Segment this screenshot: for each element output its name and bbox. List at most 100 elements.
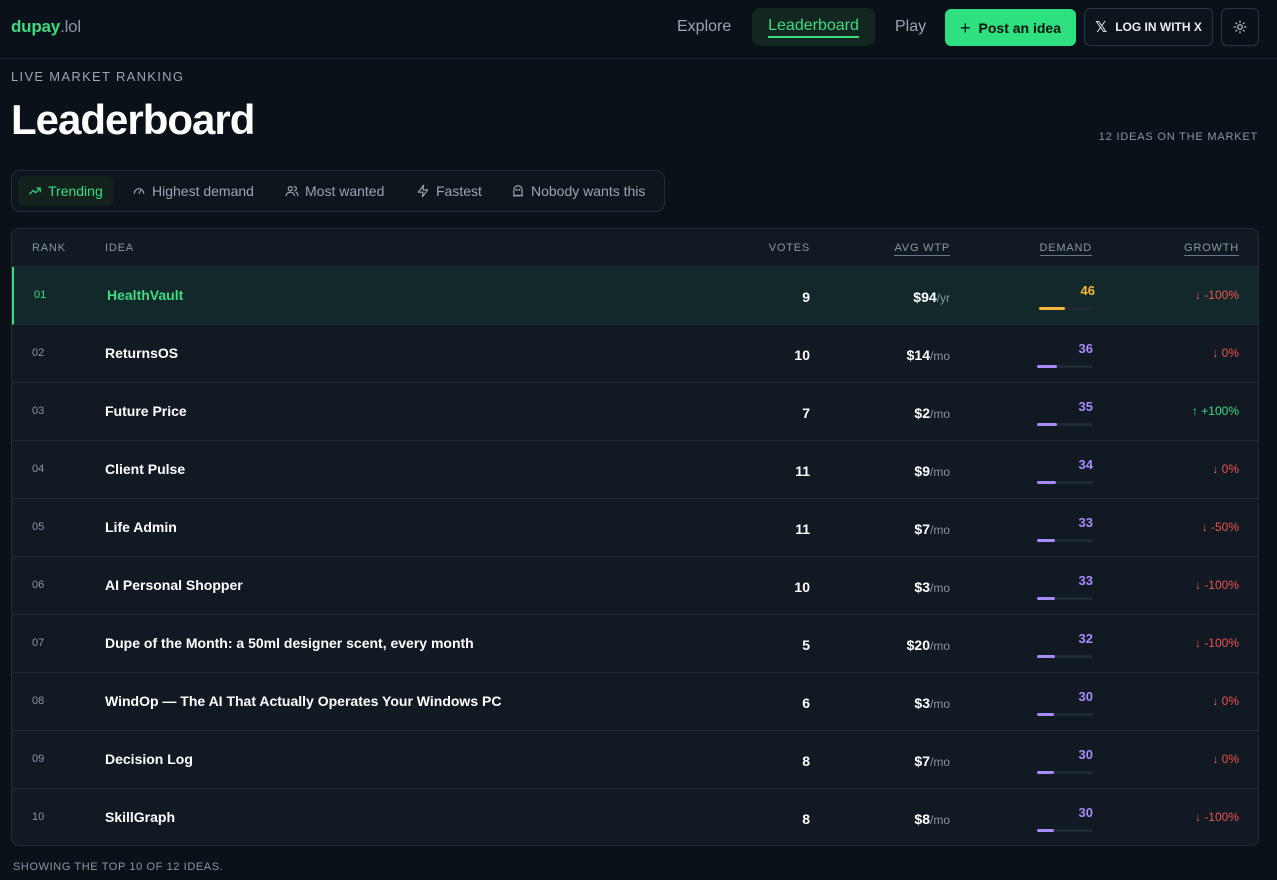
idea-title[interactable]: Dupe of the Month: a 50ml designer scent… (105, 635, 474, 651)
growth-value: 0% (1221, 752, 1239, 766)
wtp-period: /mo (929, 755, 950, 769)
growth-cell: ↓ -100% (1195, 288, 1239, 302)
rank-cell: 07 (32, 637, 45, 649)
table-row[interactable]: 10 SkillGraph 8 $8/mo 30 ↓ -100% (12, 789, 1258, 845)
tab-trending[interactable]: Trending (18, 176, 113, 206)
wtp-amount: $7 (914, 521, 930, 537)
idea-title[interactable]: Decision Log (105, 751, 193, 767)
demand-bar-track (1037, 655, 1093, 658)
growth-cell: ↓ -100% (1195, 810, 1239, 824)
rank-cell: 08 (32, 695, 45, 707)
demand-cell: 46 (1039, 283, 1095, 313)
tab-highest-demand-label: Highest demand (152, 183, 254, 199)
demand-bar-fill (1037, 539, 1056, 542)
idea-title[interactable]: AI Personal Shopper (105, 577, 243, 593)
demand-cell: 30 (1037, 689, 1093, 719)
growth-value: -100% (1204, 636, 1239, 650)
demand-bar-fill (1037, 481, 1057, 484)
arrow-down-icon: ↓ (1212, 346, 1219, 360)
demand-cell: 30 (1037, 805, 1093, 835)
table-row[interactable]: 04 Client Pulse 11 $9/mo 34 ↓ 0% (12, 441, 1258, 499)
table-row[interactable]: 09 Decision Log 8 $7/mo 30 ↓ 0% (12, 731, 1258, 789)
rank-cell: 06 (32, 579, 45, 591)
demand-bar-track (1037, 423, 1093, 426)
rank-cell: 02 (32, 347, 45, 359)
rank-cell: 09 (32, 753, 45, 765)
idea-title[interactable]: SkillGraph (105, 809, 175, 825)
demand-bar-track (1037, 829, 1093, 832)
wtp-amount: $20 (906, 637, 930, 653)
col-growth[interactable]: GROWTH (1184, 242, 1239, 256)
wtp-amount: $14 (906, 347, 930, 363)
wtp-period: /mo (929, 349, 950, 363)
growth-value: 0% (1221, 694, 1239, 708)
demand-bar-track (1037, 481, 1093, 484)
tab-highest-demand[interactable]: Highest demand (122, 176, 264, 206)
login-with-x-button[interactable]: 𝕏 LOG IN WITH X (1084, 8, 1213, 46)
table-row[interactable]: 03 Future Price 7 $2/mo 35 ↑ +100% (12, 383, 1258, 441)
wtp-period: /mo (929, 813, 950, 827)
avg-wtp-cell: $7/mo (914, 753, 950, 769)
nav-play[interactable]: Play (895, 8, 926, 46)
idea-title[interactable]: Future Price (105, 403, 187, 419)
tab-most-wanted-label: Most wanted (305, 183, 385, 199)
post-idea-button[interactable]: + Post an idea (945, 9, 1076, 46)
table-row[interactable]: 06 AI Personal Shopper 10 $3/mo 33 ↓ -100% (12, 557, 1258, 615)
arrow-down-icon: ↓ (1194, 810, 1201, 824)
idea-title[interactable]: WindOp — The AI That Actually Operates Y… (105, 693, 501, 709)
table-row[interactable]: 08 WindOp — The AI That Actually Operates… (12, 673, 1258, 731)
tab-trending-label: Trending (48, 183, 103, 199)
votes-cell: 5 (802, 637, 810, 653)
sun-icon (1233, 20, 1247, 34)
table-row[interactable]: 01 HealthVault 9 $94/yr 46 ↓ -100% (12, 267, 1258, 325)
wtp-amount: $8 (914, 811, 930, 827)
wtp-period: /mo (929, 465, 950, 479)
nav-explore[interactable]: Explore (677, 8, 731, 46)
votes-cell: 11 (795, 463, 810, 479)
rank-cell: 05 (32, 521, 45, 533)
avg-wtp-cell: $20/mo (907, 637, 950, 653)
demand-score: 36 (1078, 341, 1093, 356)
demand-bar-fill (1037, 771, 1054, 774)
table-row[interactable]: 05 Life Admin 11 $7/mo 33 ↓ -50% (12, 499, 1258, 557)
demand-cell: 33 (1037, 515, 1093, 545)
demand-score: 33 (1078, 573, 1093, 588)
tab-fastest[interactable]: Fastest (406, 176, 492, 206)
demand-bar-fill (1039, 307, 1065, 310)
growth-cell: ↓ 0% (1212, 694, 1239, 708)
login-label: LOG IN WITH X (1115, 20, 1202, 34)
theme-toggle-button[interactable] (1221, 8, 1259, 46)
wtp-amount: $3 (914, 579, 930, 595)
demand-cell: 33 (1037, 573, 1093, 603)
idea-title[interactable]: Client Pulse (105, 461, 185, 477)
table-row[interactable]: 02 ReturnsOS 10 $14/mo 36 ↓ 0% (12, 325, 1258, 383)
arrow-down-icon: ↓ (1194, 288, 1201, 302)
demand-cell: 35 (1037, 399, 1093, 429)
arrow-down-icon: ↓ (1212, 752, 1219, 766)
nav-leaderboard[interactable]: Leaderboard (752, 8, 875, 46)
wtp-period: /mo (929, 581, 950, 595)
demand-score: 35 (1078, 399, 1093, 414)
col-avg-wtp[interactable]: AVG WTP (894, 242, 950, 256)
col-demand[interactable]: DEMAND (1039, 242, 1092, 256)
demand-score: 34 (1078, 457, 1093, 472)
idea-title[interactable]: HealthVault (107, 287, 183, 303)
growth-value: +100% (1201, 404, 1239, 418)
tab-nobody-wants-this[interactable]: Nobody wants this (501, 176, 655, 206)
nav-leaderboard-label: Leaderboard (768, 17, 859, 38)
trending-up-icon (29, 187, 41, 195)
demand-bar-fill (1037, 829, 1054, 832)
idea-title[interactable]: ReturnsOS (105, 345, 178, 361)
post-idea-label: Post an idea (978, 19, 1061, 36)
arrow-up-icon: ↑ (1191, 404, 1198, 418)
votes-cell: 6 (802, 695, 810, 711)
col-idea: IDEA (105, 242, 134, 254)
table-row[interactable]: 07 Dupe of the Month: a 50ml designer sce… (12, 615, 1258, 673)
idea-title[interactable]: Life Admin (105, 519, 177, 535)
ghost-icon (513, 185, 523, 197)
users-icon (285, 186, 299, 197)
tab-most-wanted[interactable]: Most wanted (275, 176, 394, 206)
brand-logo[interactable]: dupay.lol (11, 17, 81, 37)
demand-score: 30 (1078, 805, 1093, 820)
growth-cell: ↓ 0% (1212, 462, 1239, 476)
